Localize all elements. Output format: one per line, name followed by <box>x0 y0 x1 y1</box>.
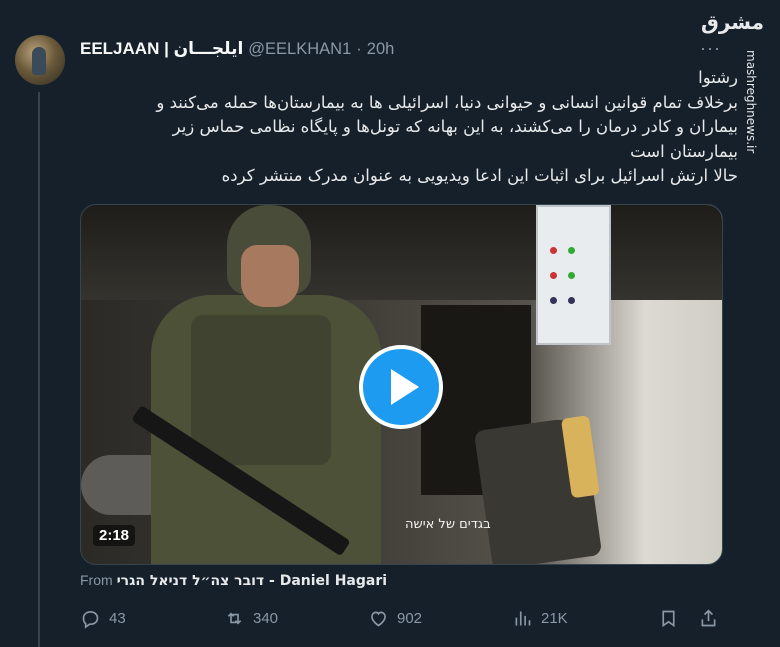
tweet-text-line: رشتوا <box>698 68 738 87</box>
video-scene-electrical-panel <box>536 205 611 345</box>
avatar-figure <box>32 47 46 75</box>
share-button[interactable] <box>698 608 719 629</box>
thread-line <box>38 92 40 647</box>
bookmark-icon <box>662 610 675 628</box>
tweet-text: رشتوا برخلاف تمام قوانین انسانی و حیوانی… <box>80 66 738 189</box>
video-source-prefix: From <box>80 572 113 588</box>
video-scene-soldier-vest <box>191 315 331 465</box>
video-duration: 2:18 <box>93 525 136 546</box>
reply-icon <box>82 611 99 629</box>
more-options-icon[interactable]: ··· <box>700 38 721 59</box>
bookmark-button[interactable] <box>658 608 679 629</box>
watermark-logo: مشرق <box>700 10 764 34</box>
author-handle[interactable]: @EELKHAN1 <box>248 40 351 59</box>
tweet-text-line: حالا ارتش اسرائیل برای اثبات این ادعا وی… <box>221 166 738 185</box>
retweet-button[interactable]: 340 <box>224 608 278 629</box>
author-name[interactable]: EELJAAN | ایلجـــان <box>80 39 243 59</box>
views-count: 21K <box>541 610 568 627</box>
tweet-header: EELJAAN | ایلجـــان @EELKHAN1 · 20h <box>80 38 394 60</box>
views-chart-icon <box>515 611 531 626</box>
tweet-text-line: بیماران و کادر درمان را می‌کشند، به این … <box>172 117 738 136</box>
video-overlay-caption: בגדים של אישה <box>405 517 491 532</box>
like-button[interactable]: 902 <box>368 608 422 629</box>
tweet-text-line: بیمارستان است <box>630 141 738 161</box>
tweet-time[interactable]: 20h <box>367 40 395 59</box>
video-player[interactable]: בגדים של אישה 2:18 <box>80 204 723 565</box>
video-source-name[interactable]: דובר צה״ל דניאל הגרי - Daniel Hagari <box>117 573 387 589</box>
tweet-actions: 43 340 902 21K <box>80 608 723 632</box>
reply-button[interactable]: 43 <box>80 608 126 629</box>
watermark-site: mashreghnews.ir <box>744 50 758 154</box>
like-count: 902 <box>397 610 423 627</box>
video-scene-soldier-face <box>241 245 299 307</box>
video-scene-ceiling <box>81 205 722 300</box>
video-scene-chair-foam <box>560 415 600 499</box>
separator-dot: · <box>356 39 362 58</box>
retweet-count: 340 <box>253 610 279 627</box>
reply-count: 43 <box>109 610 126 627</box>
play-button[interactable] <box>359 345 443 429</box>
video-scene-chair <box>473 415 603 564</box>
avatar[interactable] <box>15 35 65 85</box>
retweet-icon <box>227 612 242 625</box>
share-icon <box>701 609 716 627</box>
video-source: From דובר צה״ל דניאל הגרי - Daniel Hagar… <box>80 572 387 589</box>
views-button[interactable]: 21K <box>512 608 568 629</box>
heart-icon <box>371 611 386 627</box>
tweet-text-line: برخلاف تمام قوانین انسانی و حیوانی دنیا،… <box>156 92 738 112</box>
play-icon <box>391 369 419 405</box>
